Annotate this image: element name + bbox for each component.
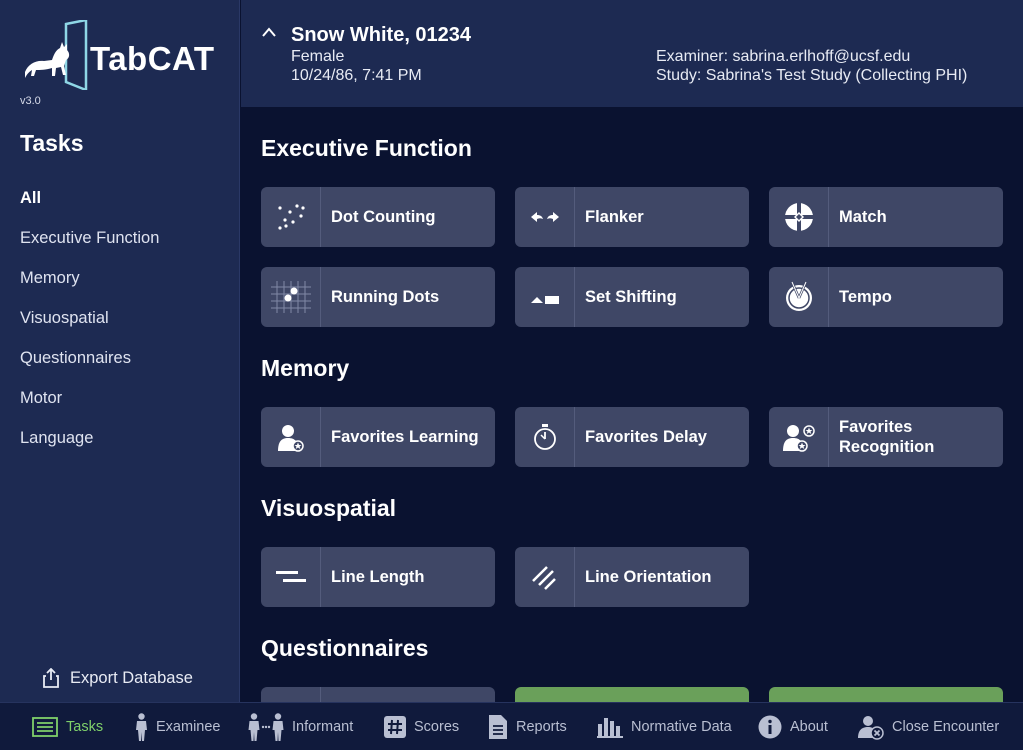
tempo-icon bbox=[785, 281, 812, 311]
sidebar-item-motor[interactable]: Motor bbox=[20, 386, 159, 426]
task-label: Tempo bbox=[839, 288, 892, 306]
sidebar-item-all[interactable]: All bbox=[20, 186, 159, 226]
task-tempo[interactable]: Tempo bbox=[769, 267, 1003, 327]
app-name: TabCAT bbox=[90, 40, 215, 77]
match-icon bbox=[784, 203, 813, 231]
examiner-info: Examiner: sabrina.erlhoff@ucsf.edu bbox=[656, 48, 911, 65]
task-match[interactable]: Match bbox=[769, 187, 1003, 247]
task-label: Favorites Learning bbox=[331, 428, 479, 446]
sidebar-nav: All Executive Function Memory Visuospati… bbox=[20, 186, 159, 466]
person-icon bbox=[136, 713, 147, 741]
bottom-nav-examinee[interactable]: Examinee bbox=[135, 703, 220, 750]
cat-logo-icon bbox=[25, 20, 88, 90]
favorites-learning-icon bbox=[277, 425, 304, 452]
line-orientation-icon bbox=[531, 566, 556, 590]
set-shifting-icon bbox=[530, 296, 559, 304]
sidebar-item-executive-function[interactable]: Executive Function bbox=[20, 226, 159, 266]
sidebar-heading: Tasks bbox=[20, 130, 84, 156]
app-version: v3.0 bbox=[20, 95, 41, 107]
bottom-nav-label: Close Encounter bbox=[892, 719, 1000, 735]
line-length-icon bbox=[275, 571, 306, 582]
share-export-icon bbox=[43, 668, 59, 688]
task-label: Favorites Delay bbox=[585, 428, 707, 446]
sidebar-item-visuospatial[interactable]: Visuospatial bbox=[20, 306, 159, 346]
task-questionnaire-completed-partial[interactable] bbox=[515, 687, 749, 702]
bottom-nav-scores[interactable]: Scores bbox=[384, 703, 459, 750]
patient-dob: 10/24/86, 7:41 PM bbox=[291, 67, 422, 84]
task-list: Executive Function Dot Counting Flanker bbox=[241, 107, 1023, 702]
patient-name: Snow White, 01234 bbox=[291, 24, 472, 46]
tabcat-logo: TabCAT bbox=[20, 20, 220, 92]
encounter-header: Snow White, 01234 Female 10/24/86, 7:41 … bbox=[241, 0, 1023, 107]
task-favorites-delay[interactable]: Favorites Delay bbox=[515, 407, 749, 467]
task-label: Dot Counting bbox=[331, 208, 436, 226]
bottom-nav-about[interactable]: About bbox=[758, 703, 828, 750]
informant-icon bbox=[248, 713, 284, 741]
sidebar-item-memory[interactable]: Memory bbox=[20, 266, 159, 306]
close-encounter-icon bbox=[858, 716, 884, 740]
task-label: Match bbox=[839, 208, 887, 226]
hash-icon bbox=[384, 716, 406, 738]
task-running-dots[interactable]: Running Dots bbox=[261, 267, 495, 327]
task-label: Set Shifting bbox=[585, 288, 677, 306]
study-info: Study: Sabrina's Test Study (Collecting … bbox=[656, 67, 968, 84]
dot-counting-icon bbox=[277, 204, 305, 230]
section-title-visuospatial: Visuospatial bbox=[261, 495, 397, 521]
task-label: Flanker bbox=[585, 208, 644, 226]
bottom-nav-label: Reports bbox=[516, 719, 567, 735]
bottom-nav-bar: Tasks Examinee Informant Scores Reports bbox=[0, 702, 1023, 750]
export-database-label: Export Database bbox=[70, 668, 193, 687]
task-dot-counting[interactable]: Dot Counting bbox=[261, 187, 495, 247]
task-line-orientation[interactable]: Line Orientation bbox=[515, 547, 749, 607]
task-label: Line Length bbox=[331, 568, 425, 586]
task-questionnaire-completed-partial[interactable] bbox=[769, 687, 1003, 702]
bottom-nav-label: Scores bbox=[414, 719, 460, 735]
favorites-recognition-icon bbox=[782, 425, 815, 452]
export-database-button[interactable]: Export Database bbox=[42, 668, 193, 688]
section-title-questionnaires: Questionnaires bbox=[261, 635, 429, 661]
section-title-executive-function: Executive Function bbox=[261, 135, 472, 161]
stopwatch-icon bbox=[533, 424, 556, 450]
chevron-up-icon[interactable] bbox=[261, 26, 277, 38]
task-label: Favorites Recognition bbox=[839, 418, 935, 456]
bottom-nav-normative-data[interactable]: Normative Data bbox=[597, 703, 732, 750]
bottom-nav-reports[interactable]: Reports bbox=[488, 703, 567, 750]
task-label: Line Orientation bbox=[585, 568, 712, 586]
task-favorites-learning[interactable]: Favorites Learning bbox=[261, 407, 495, 467]
task-questionnaire-partial[interactable] bbox=[261, 687, 495, 702]
patient-sex: Female bbox=[291, 48, 345, 65]
task-set-shifting[interactable]: Set Shifting bbox=[515, 267, 749, 327]
tasks-list-icon bbox=[32, 717, 58, 737]
task-label: Running Dots bbox=[331, 288, 440, 306]
bottom-nav-label: Normative Data bbox=[631, 719, 732, 735]
bottom-nav-label: Tasks bbox=[66, 719, 104, 735]
sidebar-item-questionnaires[interactable]: Questionnaires bbox=[20, 346, 159, 386]
section-title-memory: Memory bbox=[261, 355, 350, 381]
task-line-length[interactable]: Line Length bbox=[261, 547, 495, 607]
info-icon bbox=[758, 715, 782, 739]
sidebar-item-language[interactable]: Language bbox=[20, 426, 159, 466]
bottom-nav-tasks[interactable]: Tasks bbox=[32, 703, 103, 750]
running-dots-icon bbox=[270, 281, 311, 313]
document-icon bbox=[489, 715, 507, 739]
flanker-icon bbox=[530, 212, 559, 222]
task-favorites-recognition[interactable]: Favorites Recognition bbox=[769, 407, 1003, 467]
bottom-nav-close-encounter[interactable]: Close Encounter bbox=[858, 703, 999, 750]
task-flanker[interactable]: Flanker bbox=[515, 187, 749, 247]
bottom-nav-label: Examinee bbox=[156, 719, 221, 735]
bar-chart-icon bbox=[597, 718, 623, 738]
bottom-nav-label: Informant bbox=[292, 719, 354, 735]
bottom-nav-label: About bbox=[790, 719, 828, 735]
sidebar: TabCAT v3.0 Tasks All Executive Function… bbox=[0, 0, 240, 702]
bottom-nav-informant[interactable]: Informant bbox=[248, 703, 353, 750]
